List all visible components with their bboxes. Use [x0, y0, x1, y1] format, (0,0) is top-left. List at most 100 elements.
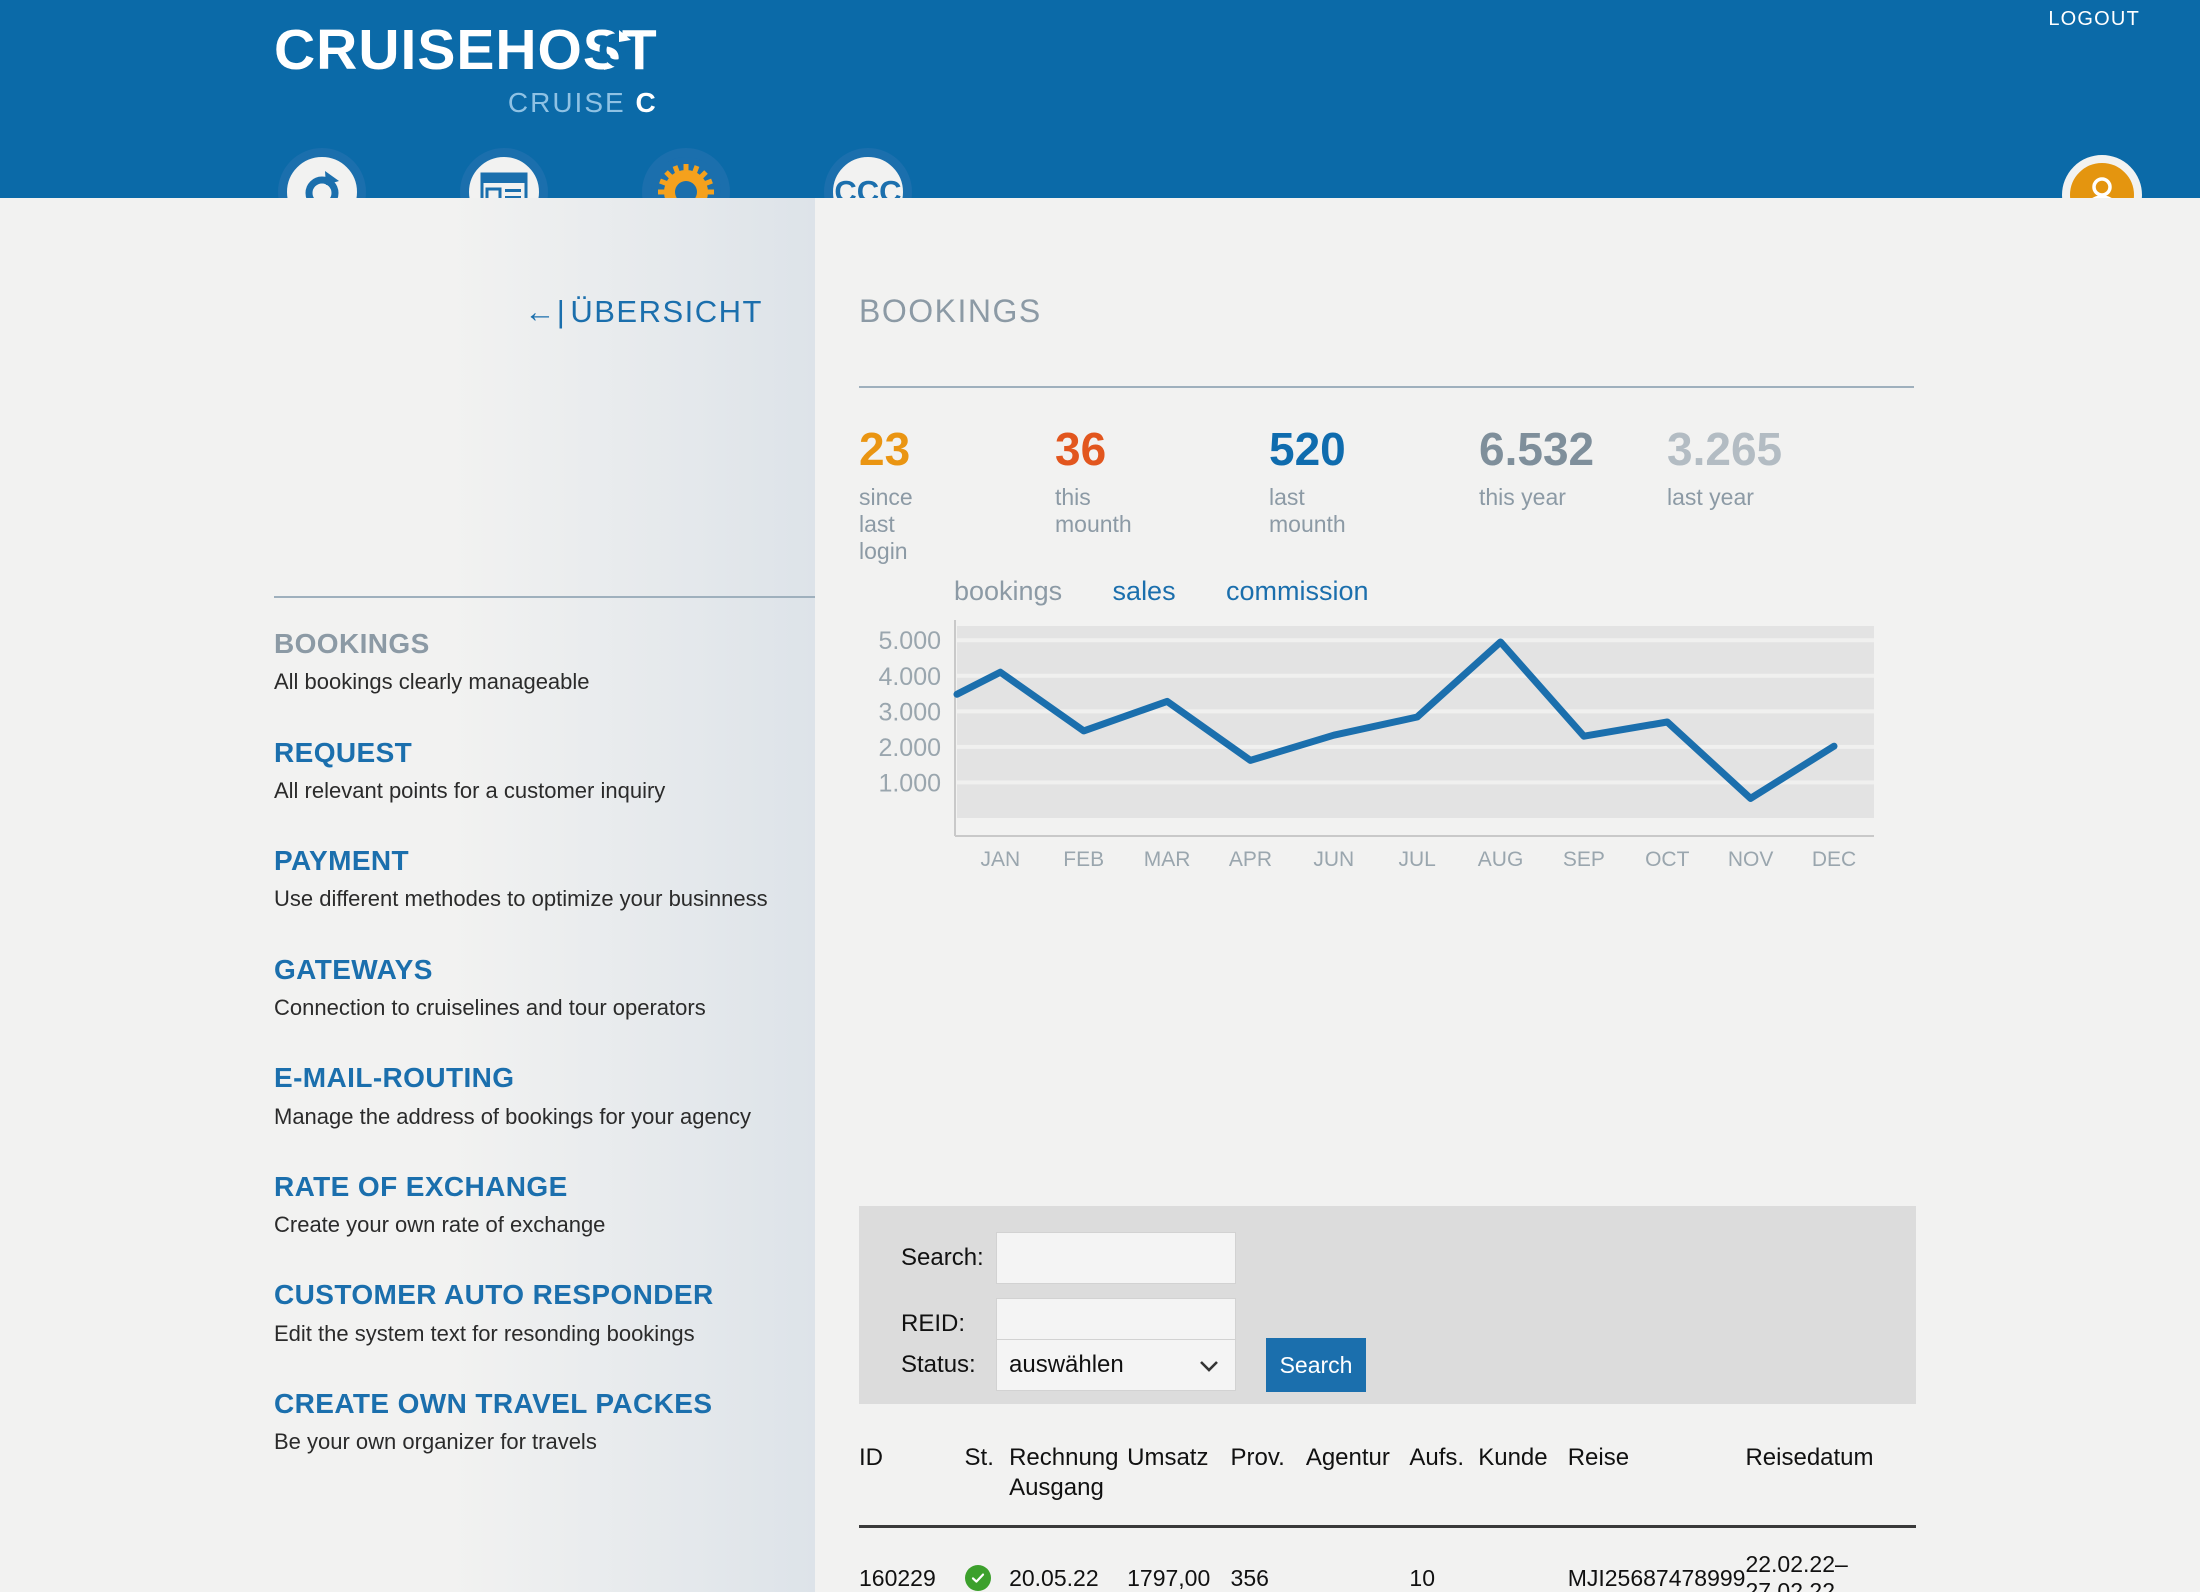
status-select-value: auswählen: [1009, 1351, 1124, 1378]
col-head-text: Umsatz: [1127, 1444, 1209, 1471]
column-header-kunde[interactable]: Kunde: [1478, 1443, 1567, 1527]
cell-kunde: [1478, 1526, 1568, 1592]
svg-text:1.000: 1.000: [878, 769, 941, 797]
table-header-row: ID St. Rechnung Ausgang Umsatz Prov. Agen…: [859, 1443, 1916, 1527]
sidebar-item-title: E-MAIL-ROUTING: [274, 1062, 515, 1094]
column-header-rechnung-ausgang[interactable]: Rechnung Ausgang: [1009, 1443, 1127, 1527]
status-field-row: Status: auswählen Search: [901, 1338, 1366, 1392]
cell-prov: 356: [1230, 1526, 1306, 1592]
sidebar-item-title: PAYMENT: [274, 845, 410, 877]
sidebar-item-desc: Manage the address of bookings for your …: [274, 1103, 751, 1129]
chevron-down-icon: [1200, 1361, 1218, 1372]
svg-text:FEB: FEB: [1063, 848, 1104, 868]
logo-title: CRUISEHOST: [274, 18, 658, 82]
cell-status: [964, 1526, 1010, 1592]
table-row[interactable]: 160229 20.05.22 1797,00 356 10 MJI25687478999…: [859, 1526, 1916, 1592]
column-header-prov[interactable]: Prov.: [1231, 1443, 1306, 1527]
sidebar-item-title: RATE OF EXCHANGE: [274, 1170, 568, 1202]
sidebar-item-desc: Use different methodes to optimize your …: [274, 886, 768, 912]
svg-text:JUL: JUL: [1398, 848, 1435, 868]
search-field-row: Search:: [901, 1232, 1236, 1284]
logo[interactable]: CRUISEHOST CRUISE C: [274, 22, 658, 119]
sidebar-menu: BOOKINGS All bookings clearly manageable…: [274, 628, 817, 1497]
back-to-overview-label: ÜBERSICHT: [570, 294, 763, 329]
bookings-table-wrap: ID St. Rechnung Ausgang Umsatz Prov. Agen…: [859, 1443, 1916, 1592]
search-input[interactable]: [996, 1232, 1236, 1284]
sidebar-item-gateways[interactable]: GATEWAYS Connection to cruiselines and t…: [274, 954, 817, 1063]
stat-label: this year: [1479, 484, 1566, 510]
svg-text:JUN: JUN: [1313, 848, 1354, 868]
stat-last-mounth: 520 last mounth: [1269, 426, 1346, 538]
table-body: 160229 20.05.22 1797,00 356 10 MJI25687478999…: [859, 1526, 1916, 1592]
logo-subtitle-bold: C: [635, 87, 658, 118]
stat-label: this mounth: [1055, 484, 1132, 537]
svg-text:NOV: NOV: [1728, 848, 1774, 868]
svg-text:AUG: AUG: [1478, 848, 1524, 868]
stat-this-year: 6.532 this year: [1479, 426, 1594, 511]
status-badge: [964, 1564, 991, 1591]
bookings-chart: bookings sales commission 1.000 2.000 3.00…: [859, 576, 1914, 868]
column-header-aufs[interactable]: Aufs.: [1409, 1443, 1478, 1527]
sidebar-item-payment[interactable]: PAYMENT Use different methodes to optimi…: [274, 845, 817, 954]
sidebar-item-rate-of-exchange[interactable]: RATE OF EXCHANGE Create your own rate of…: [274, 1171, 817, 1280]
svg-text:APR: APR: [1229, 848, 1272, 868]
cell-id: 160229: [859, 1526, 965, 1592]
sidebar-item-customer-auto-responder[interactable]: CUSTOMER AUTO RESPONDER Edit the system …: [274, 1279, 817, 1388]
cell-reisedatum: 22.02.22–27.02.22: [1745, 1526, 1916, 1592]
chart-series-tabs: bookings sales commission: [954, 576, 1415, 607]
sidebar-item-desc: All bookings clearly manageable: [274, 669, 590, 695]
svg-text:4.000: 4.000: [878, 663, 941, 691]
sidebar-item-desc: Be your own organizer for travels: [274, 1429, 597, 1455]
col-head-text: Rechnung: [1009, 1444, 1119, 1471]
sidebar-item-title: CREATE OWN TRAVEL PACKES: [274, 1388, 713, 1420]
search-panel: Search: REID: Status: auswählen Search: [859, 1206, 1916, 1404]
back-arrow-icon: ←|: [524, 294, 567, 329]
column-header-id[interactable]: ID: [859, 1443, 965, 1527]
stat-label: last mounth: [1269, 484, 1346, 537]
column-header-status[interactable]: St.: [965, 1443, 1010, 1527]
logout-link[interactable]: LOGOUT: [2048, 8, 2140, 31]
col-head-text: Aufs.: [1409, 1444, 1465, 1471]
cell-aufs: 10: [1409, 1526, 1479, 1592]
svg-text:3.000: 3.000: [878, 698, 941, 726]
column-header-umsatz[interactable]: Umsatz: [1127, 1443, 1230, 1527]
status-label: Status:: [901, 1351, 976, 1378]
column-header-reise[interactable]: Reise: [1568, 1443, 1746, 1527]
col-head-text: Agentur: [1305, 1444, 1390, 1471]
sidebar-item-bookings[interactable]: BOOKINGS All bookings clearly manageable: [274, 628, 817, 737]
column-header-agentur[interactable]: Agentur: [1306, 1443, 1410, 1527]
sidebar: ←| ÜBERSICHT BOOKINGS All bookings clearl…: [0, 198, 817, 1592]
sidebar-item-request[interactable]: REQUEST All relevant points for a custom…: [274, 737, 817, 846]
sidebar-item-create-own-travel-packes[interactable]: CREATE OWN TRAVEL PACKES Be your own org…: [274, 1388, 817, 1497]
page-title: BOOKINGS: [859, 293, 1042, 329]
svg-text:JAN: JAN: [981, 848, 1021, 868]
main-divider: [859, 386, 1914, 388]
chart-canvas: 1.000 2.000 3.000 4.000 5.000 JAN FEB MAR APR JUN…: [878, 620, 1874, 868]
svg-text:2.000: 2.000: [878, 734, 941, 762]
cell-umsatz: 1797,00: [1127, 1526, 1231, 1592]
col-head-text-2: Ausgang: [1009, 1474, 1104, 1501]
sidebar-item-title: GATEWAYS: [274, 953, 433, 985]
stat-value: 23: [859, 423, 911, 475]
chart-tab-commission[interactable]: commission: [1226, 576, 1369, 607]
stat-value: 3.265: [1667, 423, 1783, 475]
sidebar-divider: [274, 596, 817, 598]
svg-text:OCT: OCT: [1645, 848, 1690, 868]
search-button[interactable]: Search: [1266, 1338, 1366, 1392]
main-content: BOOKINGS 23 since last login 36 this mou…: [815, 198, 2200, 1592]
sidebar-item-email-routing[interactable]: E-MAIL-ROUTING Manage the address of boo…: [274, 1062, 817, 1171]
column-header-reisedatum[interactable]: Reisedatum: [1745, 1443, 1916, 1527]
search-label: Search:: [901, 1244, 984, 1271]
sidebar-item-desc: All relevant points for a customer inqui…: [274, 777, 666, 803]
cell-reise: MJI25687478999: [1567, 1526, 1746, 1592]
chart-tab-sales[interactable]: sales: [1113, 576, 1176, 607]
svg-text:DEC: DEC: [1812, 848, 1856, 868]
back-to-overview-link[interactable]: ←| ÜBERSICHT: [524, 294, 763, 330]
check-icon: [971, 1573, 984, 1583]
stat-label: last year: [1667, 484, 1754, 510]
stat-since-last-login: 23 since last login: [859, 426, 913, 565]
chart-tab-bookings[interactable]: bookings: [954, 576, 1062, 607]
svg-text:5.000: 5.000: [878, 627, 941, 655]
sidebar-item-desc: Create your own rate of exchange: [274, 1212, 606, 1238]
status-select[interactable]: auswählen: [996, 1339, 1236, 1391]
